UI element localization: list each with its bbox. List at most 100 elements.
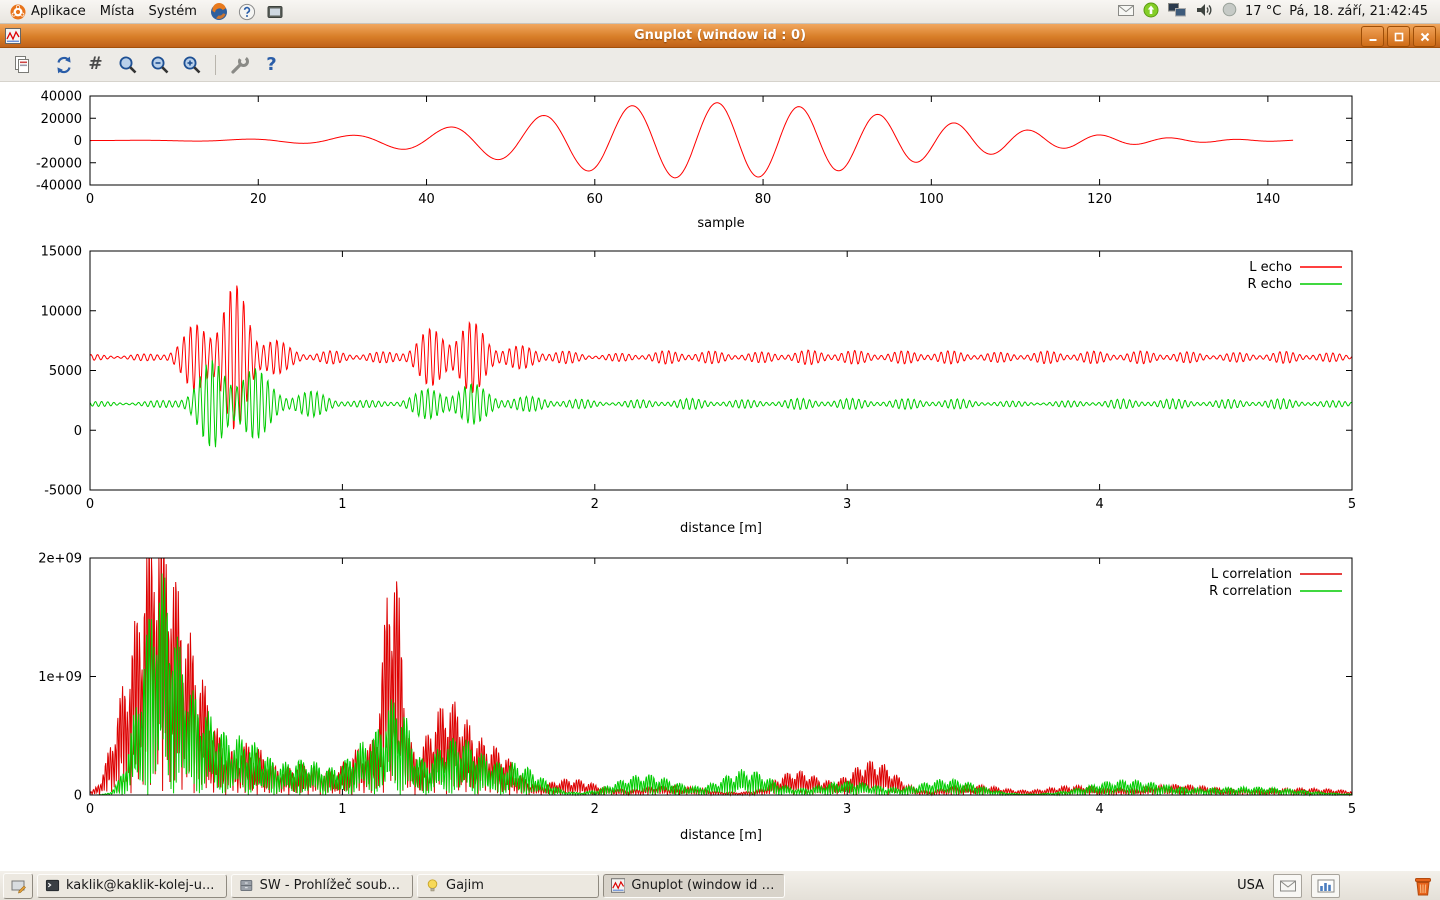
- panel-tray: 17 °C Pá, 18. září, 21:42:45: [1117, 1, 1436, 23]
- svg-text:1e+09: 1e+09: [38, 670, 82, 685]
- show-desktop-button[interactable]: [3, 873, 33, 899]
- gnuplot-canvas[interactable]: 020406080100120140-40000-200000200004000…: [0, 82, 1440, 870]
- svg-text:0: 0: [74, 424, 82, 439]
- task-label: kaklik@kaklik-kolej-u...: [66, 878, 214, 893]
- svg-text:3: 3: [843, 802, 851, 817]
- svg-text:1: 1: [338, 497, 346, 512]
- top-panel: Aplikace Místa Systém: [0, 0, 1440, 24]
- configure-button[interactable]: [226, 51, 253, 78]
- task-gnuplot[interactable]: Gnuplot (window id : 0): [603, 874, 785, 898]
- svg-text:40000: 40000: [41, 90, 82, 105]
- update-icon: [1143, 2, 1159, 18]
- mail-tray-icon: [1279, 879, 1297, 893]
- svg-text:0: 0: [86, 497, 94, 512]
- screenshot-launcher[interactable]: [266, 3, 284, 21]
- window-titlebar[interactable]: Gnuplot (window id : 0): [0, 24, 1440, 48]
- system-menu[interactable]: Systém: [142, 2, 204, 21]
- svg-text:0: 0: [74, 789, 82, 804]
- gnuplot-window-icon: [5, 28, 21, 44]
- update-notifier[interactable]: [1143, 2, 1159, 22]
- toolbar-separator: [215, 55, 216, 75]
- firefox-launcher[interactable]: [210, 3, 228, 21]
- maximize-button[interactable]: [1387, 26, 1410, 47]
- svg-text:R echo: R echo: [1247, 277, 1292, 292]
- svg-text:R correlation: R correlation: [1209, 584, 1292, 599]
- mail-notifier[interactable]: [1117, 2, 1135, 22]
- task-terminal[interactable]: kaklik@kaklik-kolej-u...: [37, 874, 227, 898]
- applications-menu-label: Aplikace: [31, 4, 86, 19]
- svg-text:60: 60: [587, 192, 604, 207]
- svg-text:4: 4: [1095, 802, 1103, 817]
- system-monitor-button[interactable]: [1311, 874, 1340, 898]
- volume-icon: [1195, 1, 1214, 19]
- window-title: Gnuplot (window id : 0): [0, 28, 1440, 43]
- volume-control[interactable]: [1195, 1, 1214, 23]
- mail-icon: [1117, 2, 1135, 18]
- task-label: SW - Prohlížeč souborů: [260, 878, 405, 893]
- zoom-next-icon: [149, 54, 171, 76]
- svg-text:3: 3: [843, 497, 851, 512]
- svg-text:-5000: -5000: [44, 484, 82, 499]
- gajim-icon: [425, 878, 440, 893]
- svg-text:80: 80: [755, 192, 772, 207]
- system-menu-label: Systém: [148, 4, 196, 19]
- task-file-browser[interactable]: SW - Prohlížeč souborů: [231, 874, 413, 898]
- grid-toggle-button[interactable]: #: [82, 51, 109, 78]
- help-icon: ?: [266, 56, 276, 74]
- bottom-taskbar: kaklik@kaklik-kolej-u... SW - Prohlížeč …: [0, 870, 1440, 900]
- grid-icon: #: [88, 56, 102, 73]
- trash-applet[interactable]: [1411, 874, 1435, 898]
- help-launcher[interactable]: [238, 3, 256, 21]
- mail-tray-button[interactable]: [1273, 874, 1302, 898]
- close-button[interactable]: [1413, 26, 1436, 47]
- export-button[interactable]: [8, 51, 35, 78]
- plots-svg[interactable]: 020406080100120140-40000-200000200004000…: [0, 82, 1440, 870]
- svg-text:5: 5: [1348, 802, 1356, 817]
- svg-text:20000: 20000: [41, 112, 82, 127]
- clock-applet[interactable]: Pá, 18. září, 21:42:45: [1289, 4, 1428, 19]
- svg-text:4: 4: [1095, 497, 1103, 512]
- svg-text:140: 140: [1255, 192, 1280, 207]
- refresh-icon: [53, 54, 75, 76]
- zoom-previous-icon: [117, 54, 139, 76]
- trash-icon: [1411, 874, 1435, 898]
- zoom-next-button[interactable]: [146, 51, 173, 78]
- unzoom-button[interactable]: [178, 51, 205, 78]
- places-menu[interactable]: Místa: [94, 2, 143, 21]
- applications-menu[interactable]: Aplikace: [4, 2, 94, 22]
- unzoom-icon: [181, 54, 203, 76]
- svg-text:-20000: -20000: [36, 156, 82, 171]
- gnuplot-toolbar: #: [0, 48, 1440, 82]
- svg-text:10000: 10000: [41, 304, 82, 319]
- svg-text:distance [m]: distance [m]: [680, 828, 762, 843]
- minimize-button[interactable]: [1361, 26, 1384, 47]
- panel-left: Aplikace Místa Systém: [4, 2, 289, 22]
- svg-text:2: 2: [591, 802, 599, 817]
- keyboard-layout-indicator[interactable]: USA: [1237, 878, 1264, 893]
- svg-text:15000: 15000: [41, 245, 82, 260]
- window-controls: [1361, 26, 1436, 47]
- ubuntu-logo-icon: [10, 4, 26, 20]
- help-browser-icon: [238, 3, 256, 21]
- export-icon: [11, 54, 33, 76]
- svg-text:2e+09: 2e+09: [38, 552, 82, 567]
- svg-text:5: 5: [1348, 497, 1356, 512]
- show-desktop-icon: [10, 878, 26, 894]
- svg-text:2: 2: [591, 497, 599, 512]
- svg-text:0: 0: [86, 802, 94, 817]
- terminal-icon: [45, 878, 60, 893]
- replot-button[interactable]: [50, 51, 77, 78]
- svg-text:100: 100: [919, 192, 944, 207]
- svg-text:40: 40: [418, 192, 435, 207]
- weather-applet[interactable]: [1222, 2, 1237, 21]
- screenshot-tool-icon: [266, 3, 284, 21]
- network-monitor[interactable]: [1167, 1, 1187, 22]
- system-monitor-icon: [1317, 879, 1335, 893]
- svg-text:5000: 5000: [49, 364, 82, 379]
- svg-text:120: 120: [1087, 192, 1112, 207]
- zoom-previous-button[interactable]: [114, 51, 141, 78]
- svg-text:L correlation: L correlation: [1211, 567, 1292, 582]
- task-gajim[interactable]: Gajim: [417, 874, 599, 898]
- chart-correlation: 01234501e+092e+09distance [m]L correlati…: [38, 552, 1356, 844]
- help-button[interactable]: ?: [258, 51, 285, 78]
